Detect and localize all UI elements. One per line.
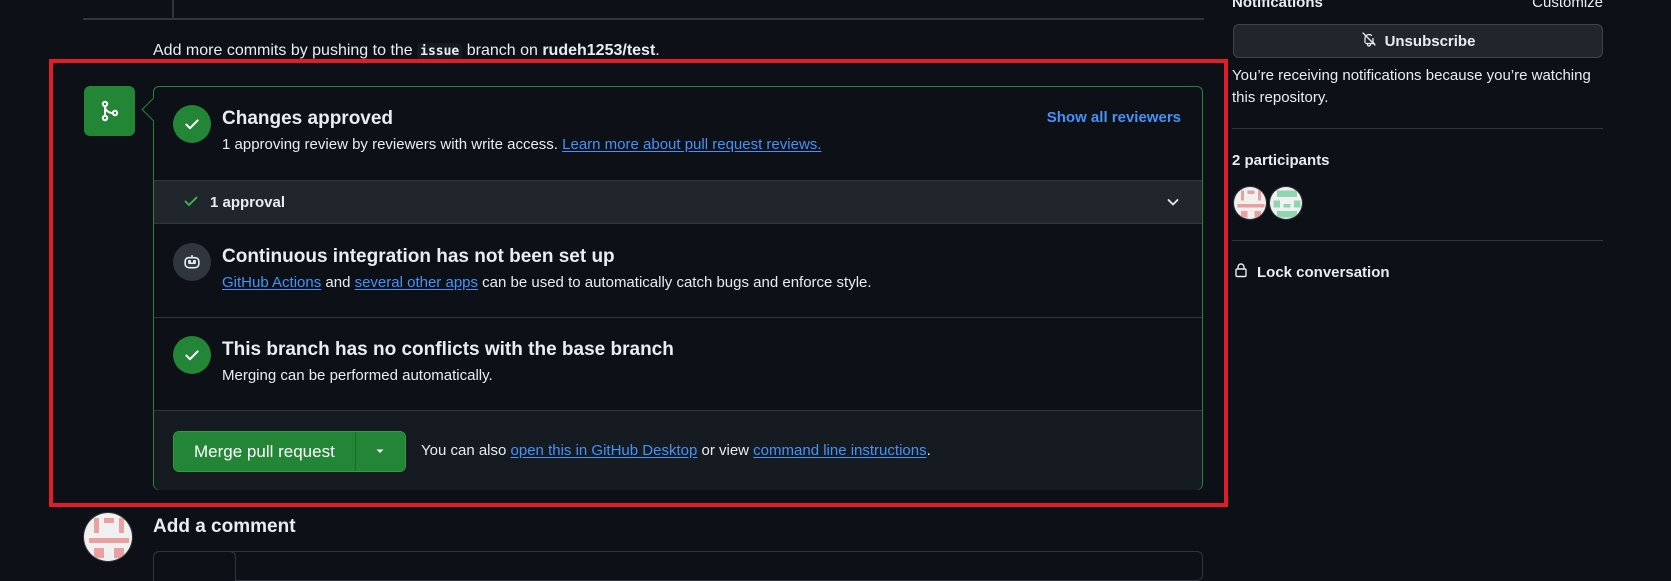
participant-avatar[interactable]	[1233, 186, 1267, 220]
merge-alt-prefix: You can also	[421, 442, 511, 459]
no-conflicts-desc: Merging can be performed automatically.	[222, 367, 493, 384]
check-icon	[173, 105, 211, 143]
commits-note: Add more commits by pushing to the issue…	[153, 42, 660, 60]
approval-count: 1 approval	[210, 194, 286, 211]
comment-editor[interactable]	[153, 551, 1203, 581]
customize-link[interactable]: Customize	[1532, 0, 1603, 11]
chevron-down-icon[interactable]	[1165, 194, 1181, 213]
ci-section: Continuous integration has not been set …	[154, 224, 1202, 318]
changes-approved-title: Changes approved	[222, 108, 394, 129]
ci-robot-icon	[173, 243, 211, 281]
avatar[interactable]	[83, 512, 133, 562]
changes-approved-section: Changes approved 1 approving review by r…	[154, 87, 1202, 180]
sidebar-divider	[1232, 128, 1603, 129]
ci-desc: GitHub Actions and several other apps ca…	[222, 274, 872, 291]
changes-approved-desc: 1 approving review by reviewers with wri…	[222, 136, 821, 153]
merge-pull-request-button[interactable]: Merge pull request	[174, 432, 356, 471]
merge-alt-middle: or view	[697, 442, 754, 459]
lock-conversation-button[interactable]: Lock conversation	[1233, 262, 1390, 282]
github-actions-link[interactable]: GitHub Actions	[222, 274, 321, 291]
command-line-instructions-link[interactable]: command line instructions	[753, 442, 926, 459]
merge-actions-section: Merge pull request You can also open thi…	[154, 411, 1202, 490]
commits-note-prefix: Add more commits by pushing to the	[153, 42, 418, 59]
git-merge-icon	[84, 86, 135, 136]
approved-desc-text: 1 approving review by reviewers with wri…	[222, 136, 563, 153]
no-conflicts-section: This branch has no conflicts with the ba…	[154, 318, 1202, 411]
tab-write[interactable]	[153, 551, 236, 581]
add-comment-title: Add a comment	[153, 516, 296, 537]
lock-conversation-label: Lock conversation	[1257, 263, 1390, 281]
merge-alt-suffix: .	[926, 442, 931, 459]
merge-button-group: Merge pull request	[173, 431, 406, 472]
participants-label: 2 participants	[1232, 152, 1330, 169]
check-icon	[173, 336, 211, 374]
timeline-divider	[83, 18, 1204, 20]
merge-method-dropdown-button[interactable]	[355, 432, 405, 471]
show-all-reviewers-link[interactable]: Show all reviewers	[1047, 109, 1181, 126]
participant-avatar[interactable]	[1269, 186, 1303, 220]
no-conflicts-title: This branch has no conflicts with the ba…	[222, 339, 674, 360]
ci-desc-suffix: can be used to automatically catch bugs …	[478, 274, 872, 291]
commits-note-suffix: .	[655, 42, 660, 59]
repo-name[interactable]: rudeh1253/test	[542, 42, 655, 59]
other-apps-link[interactable]: several other apps	[355, 274, 478, 291]
bell-slash-icon	[1361, 31, 1377, 51]
commits-note-middle: branch on	[462, 42, 543, 59]
lock-icon	[1233, 262, 1249, 282]
notification-reason: You’re receiving notifications because y…	[1232, 67, 1591, 106]
branch-name: issue	[417, 43, 463, 60]
unsubscribe-button[interactable]: Unsubscribe	[1233, 24, 1603, 58]
ci-desc-and: and	[321, 274, 355, 291]
check-icon	[183, 193, 199, 212]
triangle-down-icon	[374, 444, 386, 460]
merge-alternatives: You can also open this in GitHub Desktop…	[421, 442, 931, 459]
merge-box: Changes approved 1 approving review by r…	[153, 86, 1203, 490]
notifications-heading: Notifications	[1232, 0, 1323, 11]
sidebar-divider	[1232, 240, 1603, 241]
open-github-desktop-link[interactable]: open this in GitHub Desktop	[511, 442, 698, 459]
learn-more-reviews-link[interactable]: Learn more about pull request reviews.	[562, 136, 821, 153]
unsubscribe-label: Unsubscribe	[1384, 32, 1476, 50]
ci-title: Continuous integration has not been set …	[222, 246, 615, 267]
approval-summary-row[interactable]: 1 approval	[154, 180, 1202, 224]
timeline-connector	[172, 0, 174, 18]
